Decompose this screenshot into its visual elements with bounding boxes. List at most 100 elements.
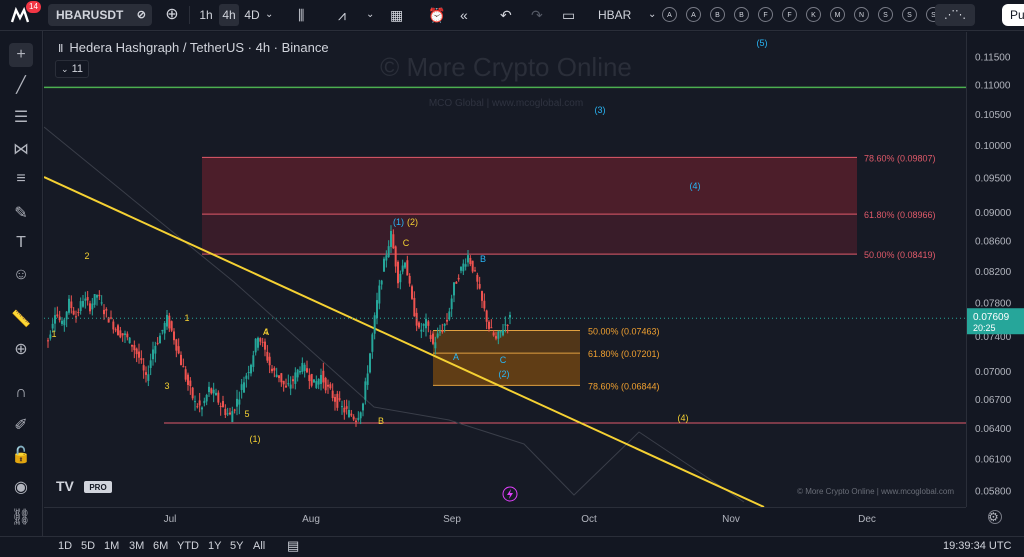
symbol-label: HBARUSDT [56, 8, 124, 22]
candle-body [292, 379, 294, 382]
utc-clock[interactable]: 19:39:34 UTC [943, 540, 1011, 552]
zoom-icon[interactable]: ⊕ [9, 337, 33, 361]
pitchfork-icon[interactable]: ⋈ [9, 137, 33, 161]
wave-label: 1 [184, 313, 189, 323]
letter-button[interactable]: S [902, 7, 917, 22]
wave-label: 5 [244, 409, 249, 419]
eye-icon[interactable]: ◉ [9, 475, 33, 499]
chevron-down-icon[interactable]: ⌄ [366, 4, 374, 26]
price-axis[interactable]: 0.11500 0.11000 0.10500 0.10000 0.09500 0.090… [966, 32, 1024, 507]
app-logo[interactable]: 14 [10, 1, 41, 24]
lock-drawing-icon[interactable]: ✐ [9, 413, 33, 437]
indicators-icon[interactable]: ⩘ [338, 4, 346, 26]
trendline-icon[interactable]: ╱ [9, 73, 33, 97]
candle-body [310, 373, 313, 386]
time-axis[interactable]: Jul Aug Sep Oct Nov Dec ⚙ [44, 507, 999, 530]
candle-body [184, 369, 187, 380]
candle-body [322, 370, 325, 383]
axis-settings-icon[interactable] [988, 510, 1002, 524]
templates-icon[interactable]: ▦ [390, 4, 403, 26]
letter-button[interactable]: A [662, 7, 677, 22]
letter-button[interactable]: F [758, 7, 773, 22]
letter-button[interactable]: N [854, 7, 869, 22]
wave-label: C [500, 355, 507, 365]
text-icon[interactable]: T [9, 231, 33, 255]
candles-icon[interactable]: ⫼ [298, 4, 304, 26]
horizontal-lines-icon[interactable]: ☰ [9, 105, 33, 129]
range-button[interactable]: YTD [177, 540, 199, 552]
letter-button[interactable]: M [830, 7, 845, 22]
range-button[interactable]: 1D [58, 540, 72, 552]
lock-icon[interactable]: 🔓 [9, 443, 33, 467]
candle-body [159, 335, 161, 344]
candle-body [61, 320, 63, 324]
candle-body [387, 246, 390, 257]
chevron-down-icon[interactable]: ⌄ [265, 4, 273, 26]
timeframe-1h[interactable]: 1h [196, 4, 216, 26]
redo-icon[interactable]: ↷ [531, 4, 543, 26]
chevron-down-icon: ⌄ [60, 64, 69, 74]
emoji-icon[interactable]: ☺ [9, 263, 33, 287]
candle-body [401, 265, 404, 272]
brush-icon[interactable]: ✎ [9, 201, 33, 225]
range-button[interactable]: 6M [153, 540, 168, 552]
alert-icon[interactable]: ⏰ [428, 4, 445, 26]
indicators-collapse-button[interactable]: ⌄ 11 [55, 60, 89, 78]
chevron-down-icon[interactable]: ⌄ [648, 4, 656, 26]
fib-zone-lower-a [433, 330, 580, 354]
letter-button[interactable]: F [782, 7, 797, 22]
letter-button[interactable]: B [734, 7, 749, 22]
candle-body [315, 381, 318, 388]
range-button[interactable]: 5D [81, 540, 95, 552]
compare-add-button[interactable]: ⊕ [163, 4, 181, 26]
range-button[interactable]: All [253, 540, 265, 552]
letter-button[interactable]: S [878, 7, 893, 22]
magnet-icon[interactable]: ∩ [9, 381, 33, 405]
undo-icon[interactable]: ↶ [500, 4, 512, 26]
candle-body [128, 337, 131, 344]
candle-body [443, 323, 446, 326]
fib-level-label: 50.00% (0.07463) [588, 327, 660, 337]
wave-label: A [453, 352, 459, 362]
publish-button[interactable]: Pu [1002, 4, 1024, 26]
candle-body [408, 275, 411, 284]
wave-label: B [378, 416, 384, 426]
letter-button[interactable]: B [710, 7, 725, 22]
range-button[interactable]: 3M [129, 540, 144, 552]
chart-pane[interactable]: © More Crypto Online MCO Global | www.mco… [44, 32, 966, 507]
trading-app: 14 HBARUSDT ⊘ ⊕ 1h 4h 4D ⌄ ⫼ ⩘ ⌄ ▦ ⏰ « ↶… [0, 0, 1024, 557]
time-tick-label: Oct [581, 514, 597, 525]
range-button[interactable]: 5Y [230, 540, 243, 552]
chart-legend-title[interactable]: Ⅱ Hedera Hashgraph / TetherUS · 4h · Bina… [58, 40, 329, 55]
link-icon[interactable]: ⛓ [9, 505, 33, 529]
candle-body [252, 355, 255, 367]
fib-level-label: 61.80% (0.08966) [864, 210, 936, 220]
candle-body [79, 301, 82, 312]
candle-body [415, 312, 418, 326]
candle-body [383, 258, 385, 272]
candle-body [497, 331, 500, 339]
candle-body [485, 310, 488, 322]
symbol-search-button[interactable]: HBARUSDT ⊘ [48, 4, 152, 26]
range-button[interactable]: 1Y [208, 540, 221, 552]
timeframe-4h[interactable]: 4h [219, 4, 239, 26]
letter-button[interactable]: A [686, 7, 701, 22]
replay-icon[interactable]: « [460, 4, 468, 26]
fib-icon[interactable]: ≡ [9, 167, 33, 191]
crosshair-icon[interactable]: + [9, 43, 33, 67]
letter-button[interactable]: K [806, 7, 821, 22]
candle-body [182, 366, 185, 368]
candle-body [425, 318, 427, 329]
wave-label: (5) [757, 38, 768, 48]
date-range-icon[interactable]: ▤ [287, 538, 299, 554]
range-button[interactable]: 1M [104, 540, 119, 552]
fullscreen-icon[interactable]: ▭ [562, 4, 575, 26]
candle-body [385, 255, 388, 261]
timeframe-4d[interactable]: 4D [242, 4, 262, 26]
compare-symbol[interactable]: HBAR [598, 4, 631, 26]
candle-body [327, 384, 329, 387]
layout-icon[interactable]: ⋰⋱ [935, 4, 975, 26]
candle-body [240, 384, 243, 390]
wave-label: 1 [51, 329, 56, 339]
ruler-icon[interactable]: 📏 [9, 307, 33, 331]
